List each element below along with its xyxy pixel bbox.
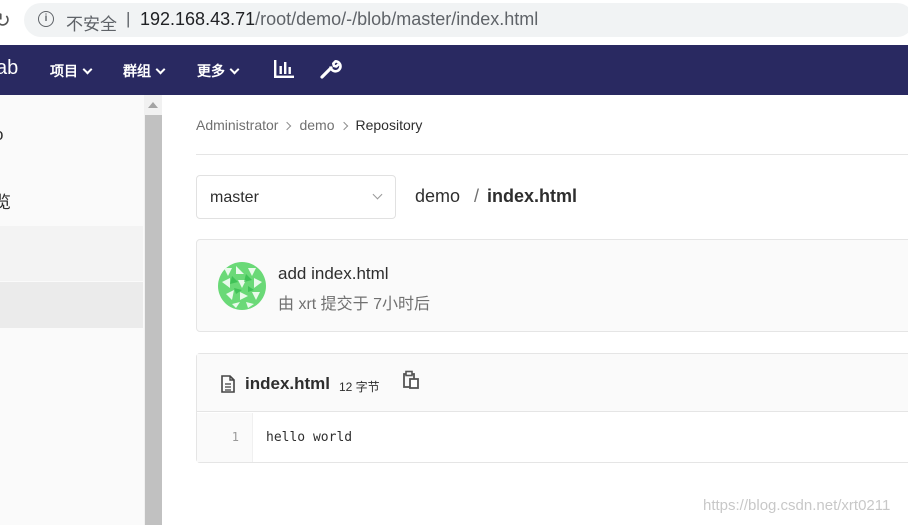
chevron-right-icon — [339, 121, 348, 131]
branch-selector-value: master — [210, 189, 259, 206]
line-number[interactable]: 1 — [197, 430, 239, 444]
sidebar-item-overview[interactable]: 览 — [0, 188, 144, 213]
nav-more-label: 更多 — [197, 63, 225, 79]
file-path: demo / index.html — [415, 186, 577, 207]
chevron-down-icon — [372, 189, 383, 200]
url-text[interactable]: 192.168.43.71/root/demo/-/blob/master/in… — [140, 9, 538, 30]
watermark-text: https://blog.csdn.net/xrt0211 — [703, 497, 891, 514]
file-name: index.html — [245, 374, 331, 393]
commit-title[interactable]: add index.html — [278, 264, 389, 284]
left-sidebar: o 览 — [0, 95, 162, 525]
chevron-down-icon — [229, 64, 240, 75]
info-icon[interactable]: i — [38, 11, 54, 27]
security-label[interactable]: 不安全 — [66, 10, 117, 35]
sidebar-item-repository[interactable] — [0, 226, 143, 281]
path-project-link[interactable]: demo — [415, 186, 460, 206]
branch-selector[interactable]: master — [196, 175, 396, 219]
scroll-up-arrow-icon[interactable] — [148, 102, 158, 108]
path-file-name: index.html — [487, 186, 578, 206]
nav-projects-dropdown[interactable]: 项目 — [50, 61, 93, 81]
breadcrumb: Administrator demo Repository — [196, 117, 422, 133]
chevron-down-icon — [155, 64, 166, 75]
nav-groups-dropdown[interactable]: 群组 — [123, 61, 166, 81]
reload-icon[interactable]: ↻ — [0, 8, 11, 33]
breadcrumb-demo[interactable]: demo — [299, 117, 334, 133]
sidebar-item-files-active[interactable] — [0, 282, 143, 328]
wrench-icon[interactable] — [318, 57, 342, 81]
brand-logo-text[interactable]: ab — [0, 57, 18, 80]
nav-groups-label: 群组 — [123, 63, 151, 79]
sidebar-item-project[interactable]: o — [0, 125, 144, 145]
scrollbar-thumb[interactable] — [145, 115, 162, 525]
chevron-down-icon — [82, 64, 93, 75]
last-commit-panel — [196, 239, 908, 332]
url-separator: | — [126, 9, 131, 28]
path-separator: / — [474, 186, 480, 206]
file-size: 12 字节 — [339, 380, 380, 394]
nav-more-dropdown[interactable]: 更多 — [197, 61, 240, 81]
nav-projects-label: 项目 — [50, 63, 78, 79]
copy-icon[interactable] — [402, 370, 420, 390]
commit-meta: 由 xrt 提交于 7小时后 — [278, 296, 431, 313]
activity-chart-icon[interactable] — [273, 58, 295, 80]
breadcrumb-repository[interactable]: Repository — [356, 117, 423, 133]
top-navbar: ab 项目 群组 更多 — [0, 45, 908, 95]
browser-address-bar: ↻ i 不安全 | 192.168.43.71/root/demo/-/blob… — [0, 0, 908, 40]
url-path: /root/demo/-/blob/master/index.html — [255, 9, 539, 29]
chevron-right-icon — [283, 121, 292, 131]
breadcrumb-administrator[interactable]: Administrator — [196, 117, 278, 133]
user-avatar[interactable] — [218, 262, 266, 310]
file-document-icon — [221, 375, 235, 393]
url-host: 192.168.43.71 — [140, 9, 256, 29]
divider — [196, 154, 908, 155]
code-line: hello world — [266, 430, 353, 445]
